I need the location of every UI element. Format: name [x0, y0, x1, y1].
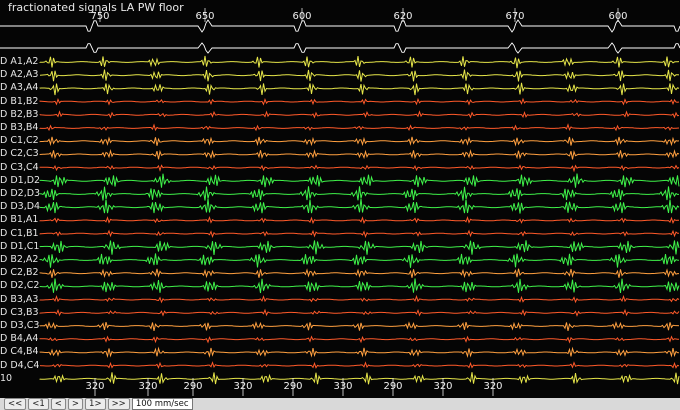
channel-trace	[39, 335, 680, 344]
channel-label: D C1,C2	[0, 135, 39, 147]
channel-trace	[39, 82, 680, 96]
scroll-end-button[interactable]: >>	[107, 398, 130, 410]
channel-label: D B4,A4	[0, 333, 39, 345]
interval-label: 320	[433, 381, 453, 392]
channel-label: D B3,B4	[0, 122, 39, 133]
channel-trace	[39, 69, 680, 82]
cycle-length-label: 620	[393, 11, 413, 22]
channel-label: D D1,D2	[0, 174, 41, 186]
interval-label: 320	[483, 381, 503, 392]
interval-label: 330	[333, 381, 353, 392]
channel-label: D A2,A3	[0, 69, 39, 81]
scroll-back-button[interactable]: <	[50, 398, 66, 410]
channel-trace	[39, 136, 680, 147]
interval-label: 290	[383, 381, 403, 392]
channel-trace	[39, 198, 680, 214]
interval-label: 290	[283, 381, 303, 392]
channel-trace	[39, 164, 680, 173]
channel-trace	[39, 372, 680, 385]
scroll-forward-page-button[interactable]: 1>	[85, 398, 106, 410]
channel-label: D C2,C3	[0, 148, 39, 160]
channel-label: D B2,B3	[0, 108, 39, 120]
channel-trace	[39, 55, 680, 69]
cycle-length-label: 750	[90, 11, 110, 22]
channel-trace	[39, 186, 679, 201]
channel-trace	[39, 294, 680, 304]
interval-label: 320	[233, 381, 253, 392]
interval-label: 320	[85, 381, 105, 392]
interval-label: 320	[138, 381, 158, 392]
scroll-back-page-button[interactable]: <1	[28, 398, 49, 410]
cycle-length-label: 650	[195, 11, 215, 22]
channel-trace	[39, 229, 680, 239]
channel-label: D D3,D4	[0, 201, 41, 213]
channel-label: D D4,C4	[0, 359, 40, 371]
channel-trace	[39, 321, 680, 332]
channel-label: D B1,A1	[0, 214, 39, 226]
channel-trace	[39, 97, 680, 106]
channel-label: D A1,A2	[0, 56, 39, 67]
channel-trace	[39, 123, 680, 132]
review-toolbar: << <1 < > 1> >> 100 mm/sec	[0, 398, 680, 410]
channel-label: D C3,B3	[0, 306, 39, 318]
channel-trace	[39, 308, 680, 317]
sweep-speed-select[interactable]: 100 mm/sec	[131, 398, 193, 410]
scroll-forward-button[interactable]: >	[67, 398, 84, 410]
channel-trace	[39, 148, 680, 160]
channel-label: D B2,A2	[0, 254, 39, 265]
channel-label: D C2,B2	[0, 267, 39, 279]
channel-label: D D2,C2	[0, 280, 40, 292]
channel-trace	[39, 173, 680, 188]
cycle-length-label: 600	[608, 11, 628, 22]
channel-label: D B3,A3	[0, 293, 39, 305]
channel-label: D D2,D3	[0, 188, 41, 199]
signal-traces	[0, 8, 680, 396]
cycle-length-label: 670	[505, 11, 525, 22]
channel-label: D C1,B1	[0, 227, 39, 239]
surface-ecg-trace	[0, 42, 680, 54]
channel-label: D A3,A4	[0, 82, 39, 94]
interval-label: 290	[183, 381, 203, 392]
channel-label: D D3,C3	[0, 320, 40, 331]
channel-trace	[39, 253, 680, 268]
channel-trace	[39, 110, 680, 119]
cycle-length-label: 600	[292, 11, 312, 22]
channel-label: D B1,B2	[0, 95, 39, 107]
channel-label: D C4,B4	[0, 346, 39, 358]
channel-trace	[39, 240, 680, 256]
channel-trace	[39, 361, 680, 369]
scroll-start-button[interactable]: <<	[4, 398, 27, 410]
channel-label: 10	[0, 372, 13, 384]
channel-trace	[39, 215, 680, 225]
ep-recording-screen: fractionated signals LA PW floor 750 650 6…	[0, 0, 680, 410]
channel-trace	[39, 268, 679, 279]
channel-trace	[39, 346, 680, 359]
channel-label: D D1,C1	[0, 240, 40, 252]
channel-label: D C3,C4	[0, 161, 39, 173]
channel-trace	[39, 278, 680, 294]
